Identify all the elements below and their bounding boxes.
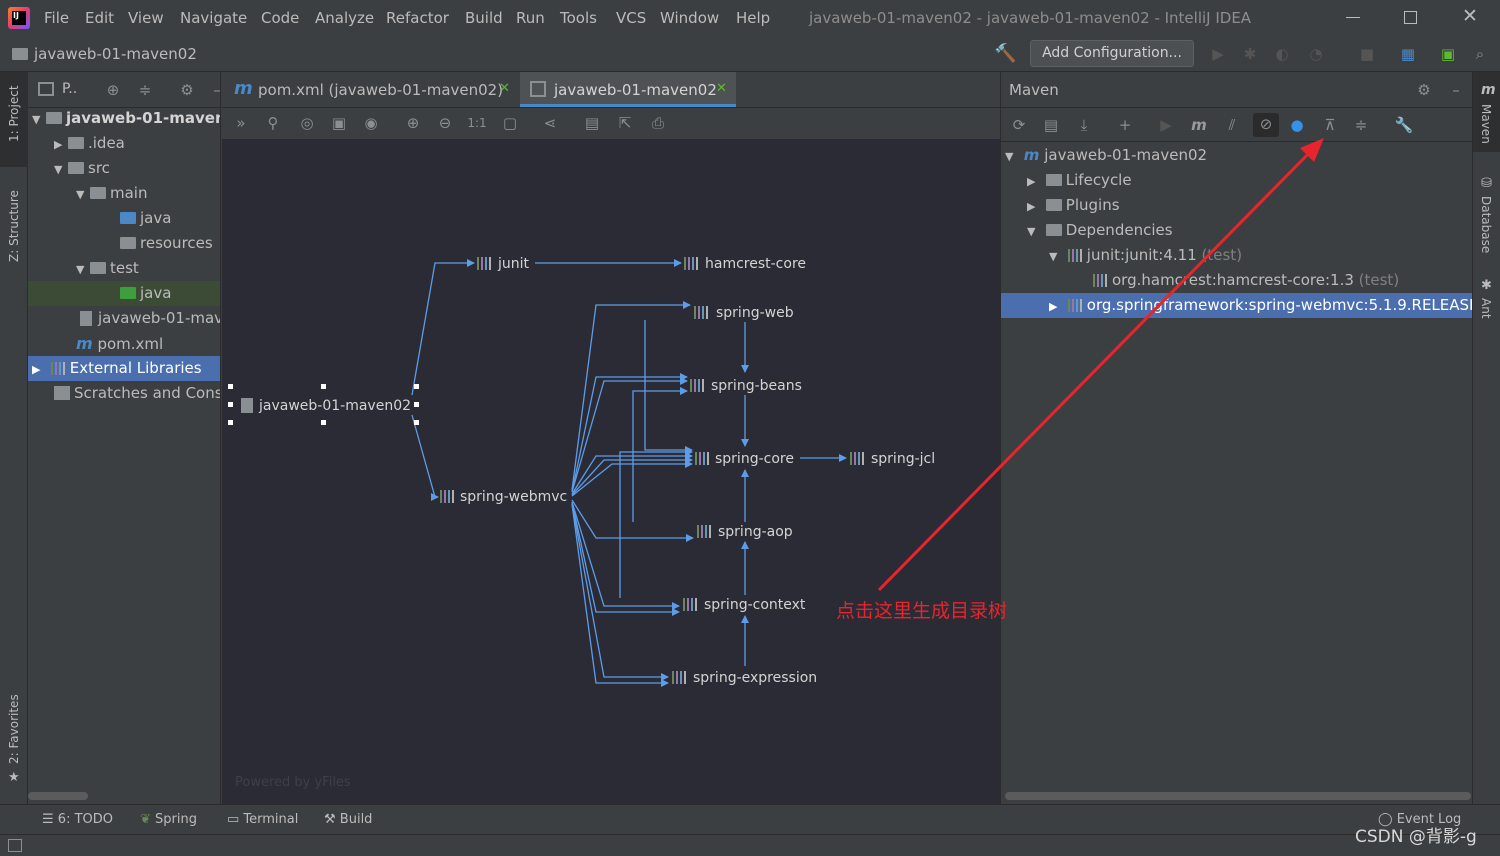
database-stripe-label[interactable]: Database xyxy=(1479,196,1493,253)
build-hammer-icon: ⚒ xyxy=(324,812,340,827)
annotation-arrow-line xyxy=(877,146,1316,592)
list-icon: ☰ xyxy=(42,812,58,827)
tool-tab-label: Terminal xyxy=(243,812,299,827)
tool-tab-label: Build xyxy=(339,812,373,827)
terminal-tool-tab[interactable]: ▭ Terminal xyxy=(227,812,298,827)
spring-leaf-icon: ❦ xyxy=(140,812,156,827)
annotation-overlay xyxy=(877,138,1324,592)
csdn-watermark: CSDN @背影-g xyxy=(1355,827,1477,847)
tool-tab-label: Spring xyxy=(155,812,197,827)
ant-stripe-label[interactable]: Ant xyxy=(1479,298,1493,319)
terminal-icon: ▭ xyxy=(227,812,244,827)
tool-tab-label: 6: TODO xyxy=(57,812,113,827)
right-tool-stripe: m Maven ⛁ Database ✱ Ant xyxy=(1472,72,1500,804)
database-icon: ⛁ xyxy=(1481,176,1492,191)
bottom-tool-bar: ☰ 6: TODO ❦ Spring ▭ Terminal ⚒ Build ◯ … xyxy=(0,804,1500,834)
ant-icon: ✱ xyxy=(1481,278,1492,293)
build-tool-tab[interactable]: ⚒ Build xyxy=(324,812,372,827)
status-bar xyxy=(0,834,1500,856)
tool-windows-toggle-icon[interactable] xyxy=(8,839,22,852)
todo-tool-tab[interactable]: ☰ 6: TODO xyxy=(42,812,113,827)
spring-tool-tab[interactable]: ❦ Spring xyxy=(140,812,197,827)
annotation-text: 点击这里生成目录树 xyxy=(836,600,1008,622)
maven-stripe-icon: m xyxy=(1481,82,1496,98)
maven-stripe-label: Maven xyxy=(1479,104,1493,144)
